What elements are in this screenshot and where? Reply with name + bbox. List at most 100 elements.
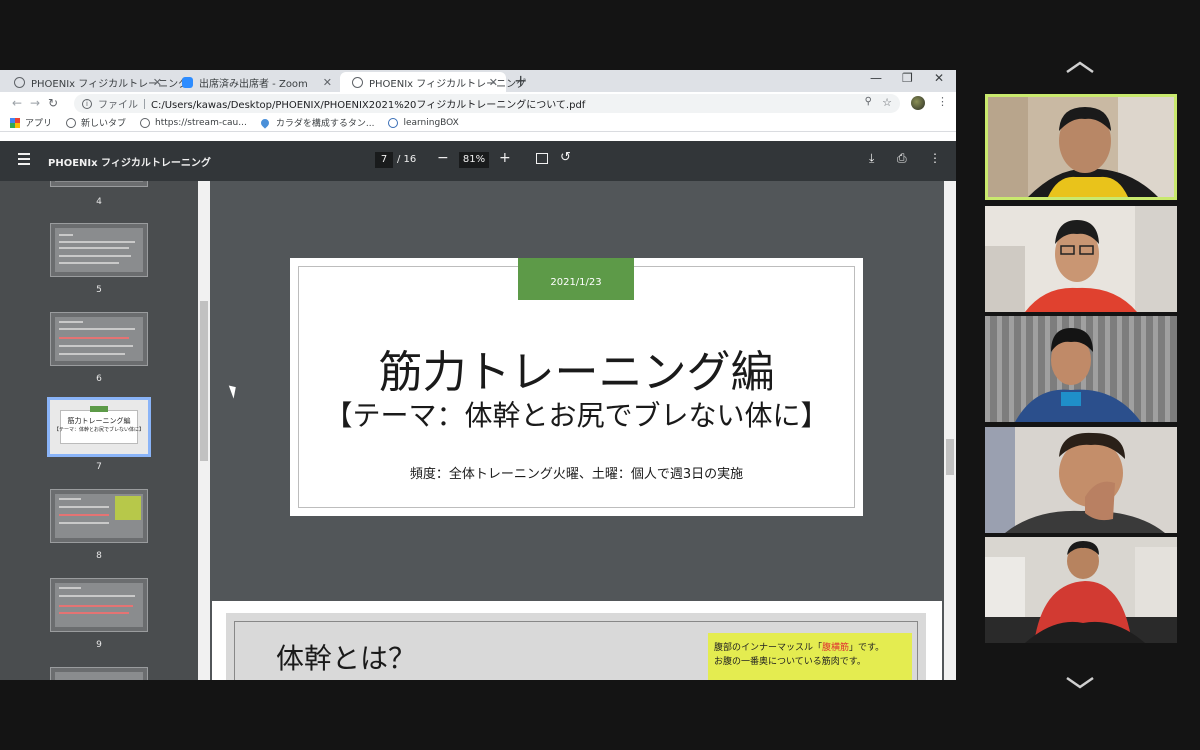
slide-theme: 【テーマ：体幹とお尻でブレない体に】 <box>324 399 829 432</box>
thumbnail-number: 6 <box>96 374 102 384</box>
thumbnail-subtitle: 【テーマ：体幹とお尻でブレない体に】 <box>53 427 144 433</box>
thumbnail-page-9[interactable] <box>50 578 148 632</box>
rotate-icon[interactable]: ↺ <box>560 150 571 165</box>
tab-zoom[interactable]: 出席済み出席者 - Zoom ✕ <box>170 72 340 92</box>
thumbnail-page-5[interactable] <box>50 223 148 277</box>
zoom-level-input[interactable]: 81% <box>459 152 489 168</box>
thumbnail-page-4[interactable] <box>50 181 148 187</box>
sidebar-scrollbar[interactable] <box>198 181 210 680</box>
video-tile-participant-2[interactable] <box>985 206 1177 312</box>
thumbnail-page-6[interactable] <box>50 312 148 366</box>
print-icon[interactable]: ⎙ <box>897 151 907 166</box>
thumbnail-number: 8 <box>96 551 102 561</box>
thumbnail-page-8[interactable] <box>50 489 148 543</box>
tab-label: PHOENIx フィジカルトレーニング <box>369 78 527 90</box>
participant-video <box>985 206 1177 312</box>
new-tab-button[interactable]: + <box>514 71 527 90</box>
thumbnail-title: 筋力トレーニング編 <box>67 417 131 425</box>
pdf-title: PHOENIx フィジカルトレーニング <box>48 158 211 169</box>
bookmark-label: 新しいタブ <box>81 119 127 129</box>
slide-frequency: 頻度：全体トレーニング火曜、土曜：個人で週3日の実施 <box>409 467 744 482</box>
globe-icon <box>66 117 77 128</box>
hamburger-menu-icon[interactable] <box>18 153 30 168</box>
drop-icon <box>259 116 271 129</box>
scrollbar-thumb[interactable] <box>946 439 954 475</box>
zoom-magnifier-icon[interactable]: ⚲ <box>865 96 872 107</box>
url-text[interactable]: C:/Users/kawas/Desktop/PHOENIX/PHOENIX20… <box>151 96 585 111</box>
slide-date: 2021/1/23 <box>518 258 634 300</box>
note-highlight: 腹横筋 <box>822 643 850 653</box>
bookmark-karada[interactable]: カラダを構成するタン... <box>259 116 375 129</box>
bookmark-apps[interactable]: アプリ <box>10 116 52 129</box>
download-icon[interactable]: ⤓ <box>869 151 874 166</box>
thumbnail-sidebar: 4 5 6 筋力トレーニング編 【テーマ：体幹とお尻でブレない体に】 7 8 9 <box>0 181 198 680</box>
browser-window: PHOENIx フィジカルトレーニング ✕ 出席済み出席者 - Zoom ✕ P… <box>0 70 956 680</box>
thumbnail-number: 5 <box>96 285 102 295</box>
browser-toolbar: ← → ↻ i ファイル C:/Users/kawas/Desktop/PHOE… <box>0 92 956 114</box>
bookmark-stream[interactable]: https://stream-cau... <box>140 117 247 128</box>
page-8: 体幹とは？ 腹部のインナーマッスル「腹横筋」です。 お腹の一番奥についている筋肉… <box>212 601 942 680</box>
globe-icon <box>352 76 363 88</box>
screen: PHOENIx フィジカルトレーニング ✕ 出席済み出席者 - Zoom ✕ P… <box>0 0 1200 750</box>
bookmark-learningbox[interactable]: learningBOX <box>388 117 459 128</box>
thumbnail-number: 9 <box>96 640 102 650</box>
globe-icon <box>140 117 151 128</box>
thumbnail-number: 7 <box>96 462 102 472</box>
bookmark-label: https://stream-cau... <box>155 117 247 128</box>
document-scrollbar[interactable] <box>944 181 956 680</box>
document-area: 2021/1/23 筋力トレーニング編 【テーマ：体幹とお尻でブレない体に】 頻… <box>210 181 944 680</box>
restore-icon[interactable]: ❐ <box>902 71 913 85</box>
bookmark-label: アプリ <box>25 119 53 129</box>
thumbnail-number: 4 <box>96 197 102 207</box>
back-arrow-icon[interactable]: ← <box>8 96 26 110</box>
reload-icon[interactable]: ↻ <box>44 96 62 110</box>
learningbox-icon <box>388 117 399 128</box>
bookmark-new-tab[interactable]: 新しいタブ <box>66 116 126 129</box>
browser-menu-icon[interactable]: ⋮ <box>937 95 948 108</box>
page-8-heading: 体幹とは？ <box>276 642 417 675</box>
address-bar[interactable]: i ファイル C:/Users/kawas/Desktop/PHOENIX/PH… <box>74 94 900 113</box>
note-text: 腹部のインナーマッスル「 <box>714 643 823 653</box>
profile-avatar[interactable] <box>911 96 925 110</box>
page-number-input[interactable]: 7 <box>375 152 393 168</box>
bookmark-label: learningBOX <box>403 117 459 128</box>
participant-video <box>988 97 1174 197</box>
bookmark-star-icon[interactable]: ☆ <box>882 96 892 109</box>
page-total: / 16 <box>397 154 417 165</box>
forward-arrow-icon[interactable]: → <box>26 96 44 110</box>
tab-bar: PHOENIx フィジカルトレーニング ✕ 出席済み出席者 - Zoom ✕ P… <box>0 70 956 92</box>
video-tile-participant-1[interactable] <box>985 94 1177 200</box>
tab-phoenix-1[interactable]: PHOENIx フィジカルトレーニング ✕ <box>2 72 188 92</box>
note-text: お腹の一番奥についている筋肉です。 <box>714 657 866 667</box>
file-scheme-label: ファイル <box>98 100 138 111</box>
bookmark-label: カラダを構成するタン... <box>275 119 375 129</box>
fit-page-icon[interactable] <box>536 153 548 164</box>
video-tile-participant-4[interactable] <box>985 427 1177 533</box>
video-tile-participant-3[interactable] <box>985 316 1177 422</box>
close-window-icon[interactable]: ✕ <box>934 71 944 85</box>
apps-grid-icon <box>10 117 20 128</box>
bookmarks-bar: アプリ 新しいタブ https://stream-cau... カラダを構成する… <box>0 114 956 132</box>
minimize-icon[interactable]: — <box>870 71 882 85</box>
thumbnail-page-7-selected[interactable]: 筋力トレーニング編 【テーマ：体幹とお尻でブレない体に】 <box>47 397 151 457</box>
close-icon[interactable]: ✕ <box>323 76 332 89</box>
note-text: 」です。 <box>849 643 885 653</box>
scrollbar-thumb[interactable] <box>200 301 208 461</box>
tab-phoenix-active[interactable]: PHOENIx フィジカルトレーニング ✕ <box>340 72 526 92</box>
close-icon[interactable]: ✕ <box>153 76 162 89</box>
chevron-up-icon[interactable] <box>1064 60 1096 74</box>
slide-page-7: 2021/1/23 筋力トレーニング編 【テーマ：体幹とお尻でブレない体に】 頻… <box>290 258 863 516</box>
more-options-icon[interactable]: ⋮ <box>929 151 941 165</box>
zoom-in-button[interactable]: + <box>499 150 511 166</box>
thumbnail-page-10[interactable] <box>50 667 148 680</box>
participant-video <box>985 537 1177 643</box>
info-icon[interactable]: i <box>82 98 92 109</box>
participant-video <box>985 427 1177 533</box>
zoom-out-button[interactable]: − <box>437 150 449 166</box>
chevron-down-icon[interactable] <box>1064 676 1096 690</box>
close-icon[interactable]: ✕ <box>489 76 498 89</box>
video-tile-participant-5[interactable] <box>985 537 1177 643</box>
tab-label: 出席済み出席者 - Zoom <box>199 78 308 90</box>
divider <box>144 98 145 109</box>
slide-title: 筋力トレーニング編 <box>378 347 775 398</box>
